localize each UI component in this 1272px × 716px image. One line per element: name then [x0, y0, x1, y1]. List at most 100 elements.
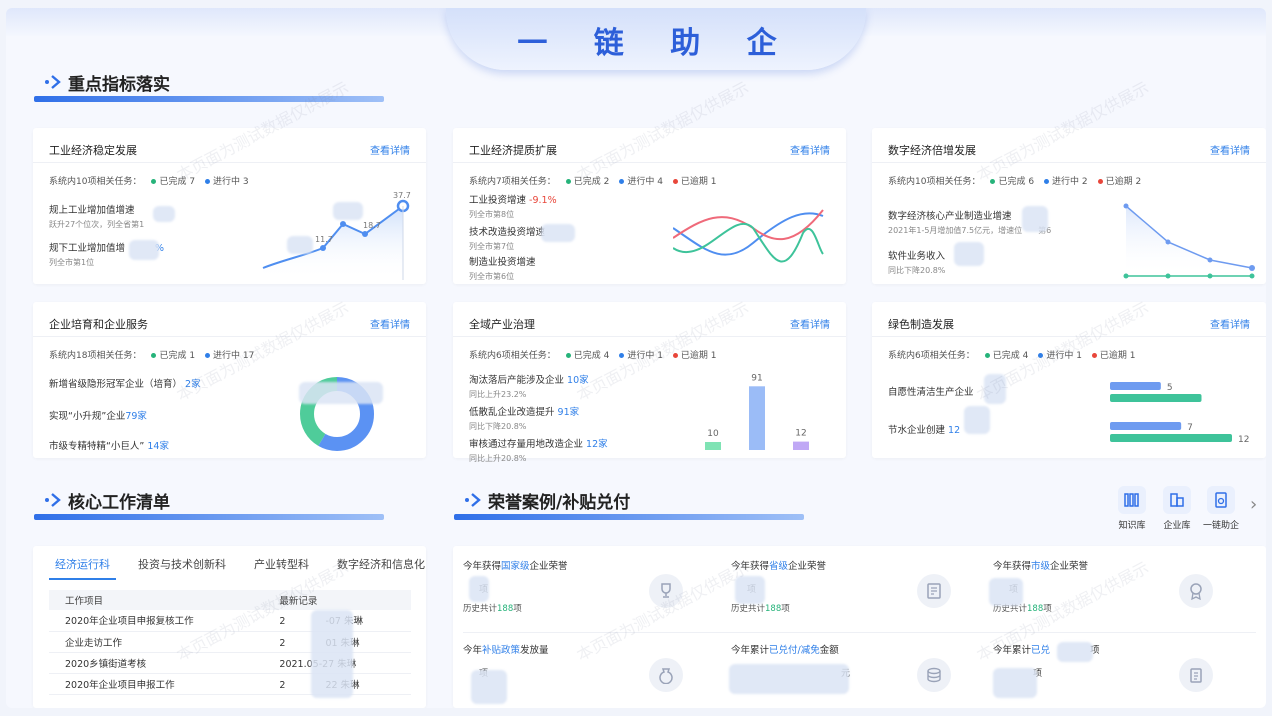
- bar-label: 10: [707, 429, 719, 439]
- view-detail-link[interactable]: 查看详情: [1210, 142, 1250, 157]
- decline-line-chart: [1123, 203, 1255, 279]
- view-detail-link[interactable]: 查看详情: [370, 142, 410, 157]
- done-dot: [151, 352, 157, 358]
- core-work-table: 工作项目 最新记录 2020年企业项目申报复核工作2-07 朱琳 企业走访工作2…: [49, 590, 411, 695]
- medal-icon: [1179, 574, 1213, 608]
- ongoing-count: 进行中 2: [1052, 177, 1088, 187]
- ongoing-count: 进行中 1: [627, 351, 663, 361]
- bar: [1110, 382, 1161, 390]
- section-title: 重点指标落实: [68, 75, 170, 95]
- view-detail-link[interactable]: 查看详情: [790, 316, 830, 331]
- chart-label: 37.7: [393, 191, 411, 200]
- indicator-sub: 同比上升23.2%: [469, 390, 527, 399]
- section-title: 核心工作清单: [68, 493, 170, 513]
- work-item: 2020年企业项目申报工作: [49, 673, 264, 695]
- redacted-area: [735, 576, 765, 604]
- certificate-icon: [917, 574, 951, 608]
- bar-label: 7: [1187, 423, 1193, 433]
- redacted-area: [993, 668, 1037, 698]
- bar-label: 12: [795, 429, 806, 439]
- task-prefix: 系统内7项相关任务：: [469, 177, 556, 187]
- indicator-value: 12家: [586, 439, 608, 450]
- redacted-area: [311, 610, 353, 698]
- indicator-name: 规上工业增加值增速: [49, 205, 135, 216]
- point: [1165, 273, 1171, 279]
- overdue-dot: [672, 178, 678, 184]
- overdue-dot: [1097, 178, 1103, 184]
- work-item: 企业走访工作: [49, 631, 264, 653]
- indicator-name: 审核通过存量用地改造企业: [469, 439, 584, 450]
- done-count: 已完成 1: [159, 351, 196, 361]
- section-title: 荣誉案例/补贴兑付: [488, 493, 631, 513]
- table-row[interactable]: 2020年企业项目申报复核工作2-07 朱琳: [49, 610, 411, 632]
- divider: [453, 336, 846, 337]
- quick-link-chain[interactable]: 一链助企: [1198, 486, 1244, 531]
- card-title: 企业培育和企业服务: [49, 318, 148, 331]
- point: [1207, 257, 1213, 263]
- table-row[interactable]: 2020年企业项目申报工作222 朱琳: [49, 673, 411, 695]
- card-enterprise: 企业培育和企业服务 查看详情 系统内18项相关任务： 已完成 1 进行中 17 新增…: [33, 302, 426, 458]
- section-honors: 荣誉案例/补贴兑付: [454, 486, 804, 526]
- card-industrial-stable: 工业经济稳定发展 查看详情 系统内10项相关任务： 已完成 7 进行中 3 规上工业…: [33, 128, 426, 284]
- table-row[interactable]: 企业走访工作201 朱琳: [49, 631, 411, 653]
- chevron-right-icon: [465, 493, 481, 507]
- chevron-right-icon: [45, 493, 61, 507]
- bar-label: 12: [1238, 435, 1249, 445]
- done-dot: [151, 178, 157, 184]
- building-icon: [1163, 486, 1191, 514]
- point: [1207, 273, 1213, 279]
- overdue-dot: [672, 352, 678, 358]
- redacted-area: [984, 374, 1006, 404]
- task-summary: 系统内18项相关任务： 已完成 1 进行中 17: [49, 348, 254, 361]
- redacted-area: [989, 578, 1023, 606]
- overdue-count: 已逾期 2: [1105, 177, 1142, 187]
- bar: [1110, 394, 1202, 402]
- chart-label: 18.7: [363, 221, 381, 230]
- view-detail-link[interactable]: 查看详情: [1210, 316, 1250, 331]
- column-header: 工作项目: [49, 590, 264, 610]
- quick-link-label: 企业库: [1163, 521, 1191, 531]
- indicator-name: 淘汰落后产能涉及企业: [469, 375, 565, 386]
- chart-label: 11.7: [315, 235, 333, 244]
- section-underline: [34, 96, 384, 102]
- bar: [1110, 434, 1232, 442]
- quick-link-enterprise[interactable]: 企业库: [1154, 486, 1200, 531]
- done-dot: [565, 352, 571, 358]
- redacted-area: [964, 406, 990, 434]
- chevron-right-icon[interactable]: ›: [1250, 494, 1257, 515]
- ongoing-dot: [205, 178, 211, 184]
- task-summary: 系统内7项相关任务： 已完成 2 进行中 4 已逾期 1: [469, 174, 717, 187]
- redacted-area: [471, 670, 507, 704]
- overdue-dot: [1091, 352, 1097, 358]
- view-detail-link[interactable]: 查看详情: [790, 142, 830, 157]
- view-detail-link[interactable]: 查看详情: [370, 316, 410, 331]
- indicator-name: 节水企业创建: [888, 425, 946, 436]
- done-count: 已完成 6: [998, 177, 1035, 187]
- card-industry-governance: 全域产业治理 查看详情 系统内6项相关任务： 已完成 4 进行中 1 已逾期 1 淘汰…: [453, 302, 846, 463]
- tab-investment[interactable]: 投资与技术创新科: [132, 556, 232, 578]
- quick-link-knowledge[interactable]: 知识库: [1109, 486, 1155, 531]
- divider: [872, 336, 1266, 337]
- indicator-value: 14家: [147, 441, 169, 452]
- honor-national[interactable]: 今年获得国家级企业荣誉 项 历史共计188项: [463, 552, 723, 630]
- bar-label: 91: [751, 373, 762, 383]
- indicator-2: 低散乱企业改造提升 91家 同比下降20.8%: [469, 404, 579, 432]
- tab-transformation[interactable]: 产业转型科: [248, 556, 315, 578]
- done-dot: [984, 352, 990, 358]
- honor-province[interactable]: 今年获得省级企业荣誉 项 历史共计188项: [731, 552, 991, 630]
- indicator-name: 软件业务收入: [888, 251, 946, 262]
- indicator-2: 节水企业创建 12: [888, 422, 960, 436]
- honor-city[interactable]: 今年获得市级企业荣誉 项 历史共计188项: [993, 552, 1253, 630]
- bar-label: 5: [1167, 383, 1173, 393]
- task-prefix: 系统内18项相关任务：: [49, 351, 142, 361]
- indicator-sub: 同比上升20.8%: [469, 454, 527, 463]
- indicator-name: 技术改造投资增速: [469, 227, 546, 238]
- task-summary: 系统内6项相关任务： 已完成 4 进行中 1 已逾期 1: [469, 348, 717, 361]
- tab-digital[interactable]: 数字经济和信息化: [331, 556, 431, 578]
- table-row[interactable]: 2020乡镇街道考核2021.05-27 朱琳: [49, 652, 411, 674]
- tab-economic[interactable]: 经济运行科: [49, 556, 116, 580]
- ongoing-count: 进行中 17: [213, 351, 255, 361]
- divider: [33, 336, 426, 337]
- document-icon: [1207, 486, 1235, 514]
- redacted-area: [129, 240, 159, 260]
